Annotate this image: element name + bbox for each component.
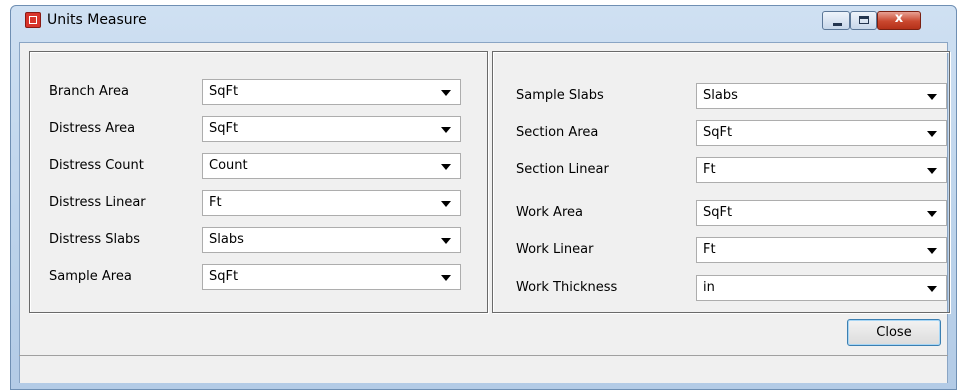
chevron-down-icon: [441, 164, 451, 170]
chevron-down-icon: [441, 90, 451, 96]
work-thickness-select[interactable]: in: [696, 275, 947, 301]
branch-area-label: Branch Area: [49, 84, 129, 99]
work-thickness-label: Work Thickness: [516, 280, 618, 295]
distress-area-value: SqFt: [209, 121, 239, 136]
chevron-down-icon: [927, 168, 937, 174]
left-units-group: Branch Area SqFt Distress Area SqFt Dist…: [29, 51, 488, 313]
section-linear-label: Section Linear: [516, 162, 609, 177]
chevron-down-icon: [927, 94, 937, 100]
dialog-body: Branch Area SqFt Distress Area SqFt Dist…: [19, 42, 950, 383]
sample-area-value: SqFt: [209, 269, 239, 284]
section-area-value: SqFt: [703, 125, 733, 140]
distress-count-value: Count: [209, 158, 248, 173]
close-button[interactable]: Close: [847, 319, 941, 346]
work-thickness-value: in: [703, 280, 715, 295]
branch-area-value: SqFt: [209, 84, 239, 99]
title-bar[interactable]: Units Measure x: [11, 6, 956, 40]
work-linear-select[interactable]: Ft: [696, 237, 947, 263]
work-linear-value: Ft: [703, 242, 716, 257]
chevron-down-icon: [441, 127, 451, 133]
chevron-down-icon: [927, 131, 937, 137]
right-units-group: Sample Slabs Slabs Section Area SqFt Sec…: [492, 51, 950, 313]
chevron-down-icon: [441, 275, 451, 281]
minimize-button[interactable]: [822, 11, 850, 30]
distress-count-select[interactable]: Count: [202, 153, 461, 179]
sample-slabs-label: Sample Slabs: [516, 88, 604, 103]
sample-area-label: Sample Area: [49, 269, 132, 284]
section-linear-select[interactable]: Ft: [696, 157, 947, 183]
sample-area-select[interactable]: SqFt: [202, 264, 461, 290]
close-icon: x: [894, 11, 904, 26]
window-title: Units Measure: [47, 12, 147, 28]
section-area-label: Section Area: [516, 125, 599, 140]
distress-slabs-select[interactable]: Slabs: [202, 227, 461, 253]
distress-linear-value: Ft: [209, 195, 222, 210]
distress-slabs-label: Distress Slabs: [49, 232, 141, 247]
chevron-down-icon: [441, 238, 451, 244]
work-area-select[interactable]: SqFt: [696, 200, 947, 226]
work-area-label: Work Area: [516, 205, 583, 220]
window-close-button[interactable]: x: [877, 11, 921, 30]
branch-area-select[interactable]: SqFt: [202, 79, 461, 105]
section-area-select[interactable]: SqFt: [696, 120, 947, 146]
chevron-down-icon: [927, 286, 937, 292]
distress-linear-select[interactable]: Ft: [202, 190, 461, 216]
sample-slabs-value: Slabs: [703, 88, 738, 103]
work-linear-label: Work Linear: [516, 242, 594, 257]
distress-area-select[interactable]: SqFt: [202, 116, 461, 142]
distress-linear-label: Distress Linear: [49, 195, 146, 210]
background-edge: [0, 0, 10, 392]
app-icon: [25, 12, 41, 28]
units-measure-window: Units Measure x Branch Area SqFt Distres…: [10, 5, 957, 390]
chevron-down-icon: [927, 248, 937, 254]
maximize-button[interactable]: [850, 11, 877, 30]
distress-count-label: Distress Count: [49, 158, 144, 173]
distress-area-label: Distress Area: [49, 121, 136, 136]
section-linear-value: Ft: [703, 162, 716, 177]
status-bar: [19, 356, 948, 383]
distress-slabs-value: Slabs: [209, 232, 244, 247]
sample-slabs-select[interactable]: Slabs: [696, 83, 947, 109]
chevron-down-icon: [927, 211, 937, 217]
chevron-down-icon: [441, 201, 451, 207]
work-area-value: SqFt: [703, 205, 733, 220]
